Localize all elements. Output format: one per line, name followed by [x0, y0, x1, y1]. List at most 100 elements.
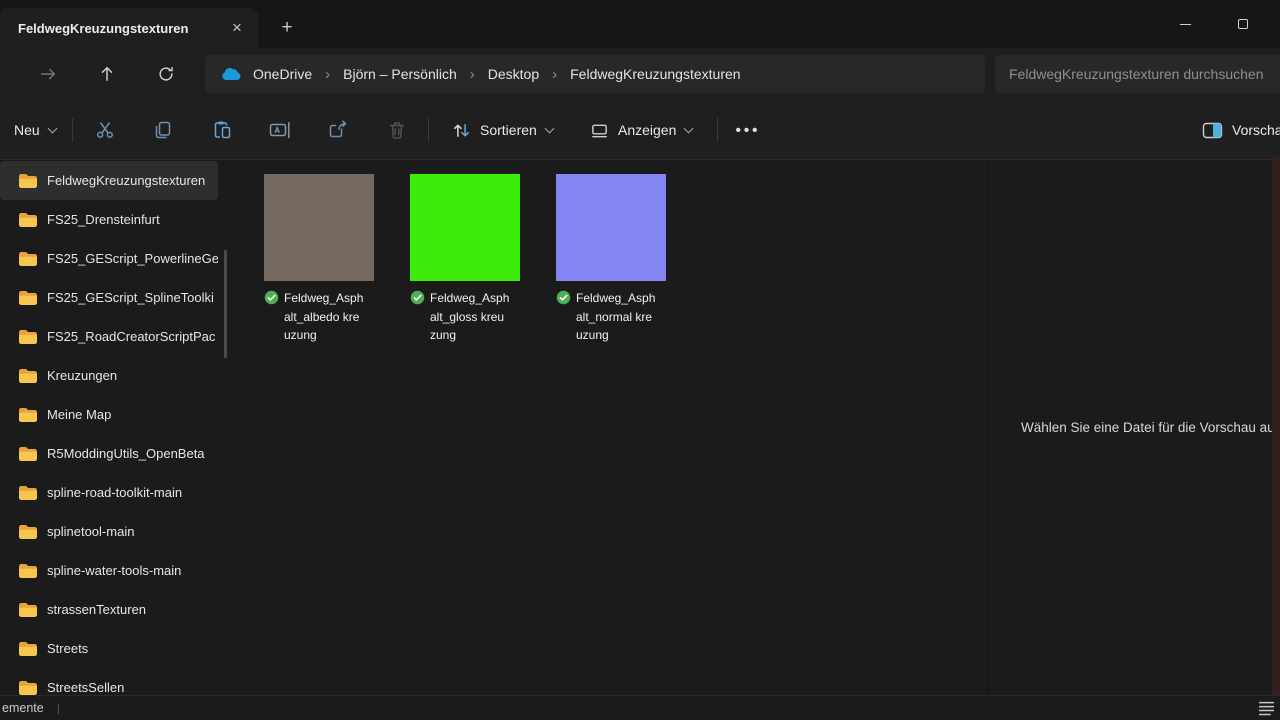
preview-toggle-button[interactable]: Vorschau — [1202, 112, 1280, 148]
up-arrow-icon — [98, 65, 116, 83]
maximize-button[interactable] — [1220, 0, 1266, 48]
sidebar-item-fs25-gescript-powerline[interactable]: FS25_GEScript_PowerlineGe — [0, 239, 218, 278]
sort-button-label: Sortieren — [480, 122, 537, 138]
sidebar-item-r5moddingutils[interactable]: R5ModdingUtils_OpenBeta — [0, 434, 218, 473]
sidebar-item-fs25-drensteinfurt[interactable]: FS25_Drensteinfurt — [0, 200, 218, 239]
sidebar-item-spline-road-toolkit[interactable]: spline-road-toolkit-main — [0, 473, 218, 512]
sync-status-check-icon — [264, 290, 279, 305]
trash-icon — [387, 120, 407, 140]
sidebar-item-splinetool-main[interactable]: splinetool-main — [0, 512, 218, 551]
forward-button[interactable] — [28, 56, 68, 92]
folder-icon — [18, 563, 38, 579]
file-item-gloss[interactable]: Feldweg_Asphalt_gloss kreuzung — [410, 174, 530, 345]
preview-pane: Wählen Sie eine Datei für die Vorschau a… — [988, 160, 1280, 695]
breadcrumb-item-person[interactable]: Björn – Persönlich — [337, 63, 463, 85]
sync-status-check-icon — [410, 290, 425, 305]
sidebar-item-feldwegkreuzungstexturen[interactable]: FeldwegKreuzungstexturen — [0, 161, 218, 200]
folder-icon — [18, 368, 38, 384]
folder-icon — [18, 212, 38, 228]
search-box[interactable] — [995, 55, 1280, 93]
more-options-button[interactable]: ••• — [728, 112, 768, 148]
new-tab-button[interactable]: + — [272, 14, 302, 41]
file-explorer-window: FeldwegKreuzungstexturen × + OneDrive › … — [0, 0, 1280, 720]
folder-icon — [18, 329, 38, 345]
sidebar-item-spline-water-tools[interactable]: spline-water-tools-main — [0, 551, 218, 590]
onedrive-cloud-icon — [221, 67, 241, 81]
sidebar-item-strassentexturen[interactable]: strassenTexturen — [0, 590, 218, 629]
file-thumbnail[interactable] — [264, 174, 374, 281]
folder-icon — [18, 446, 38, 462]
sidebar-item-meine-map[interactable]: Meine Map — [0, 395, 218, 434]
rename-button[interactable] — [260, 112, 300, 148]
folder-icon — [18, 485, 38, 501]
statusbar-divider: | — [57, 701, 60, 715]
file-item-normal[interactable]: Feldweg_Asphalt_normal kreuzung — [556, 174, 676, 345]
copy-button[interactable] — [143, 112, 183, 148]
file-list-pane: Feldweg_Asphalt_albedo kreuzung Feldweg_… — [238, 160, 988, 695]
sync-status-check-icon — [556, 290, 571, 305]
sort-button[interactable]: Sortieren — [442, 112, 563, 148]
chrome-area: OneDrive › Björn – Persönlich › Desktop … — [0, 48, 1280, 160]
new-button-label: Neu — [14, 122, 40, 138]
minimize-button[interactable] — [1162, 0, 1208, 48]
file-item-albedo[interactable]: Feldweg_Asphalt_albedo kreuzung — [264, 174, 384, 345]
sidebar-item-streets[interactable]: Streets — [0, 629, 218, 668]
sidebar-item-label: FS25_Drensteinfurt — [47, 212, 218, 227]
cut-icon — [95, 120, 115, 140]
refresh-button[interactable] — [146, 56, 186, 92]
breadcrumb-separator-icon: › — [470, 66, 475, 83]
details-view-button[interactable] — [1257, 700, 1275, 717]
view-button-label: Anzeigen — [618, 122, 676, 138]
sidebar-item-kreuzungen[interactable]: Kreuzungen — [0, 356, 218, 395]
sidebar-item-fs25-gescript-splinetoolkit[interactable]: FS25_GEScript_SplineToolki — [0, 278, 218, 317]
view-button[interactable]: Anzeigen — [580, 112, 702, 148]
search-input[interactable] — [995, 55, 1280, 93]
titlebar: FeldwegKreuzungstexturen × + — [0, 0, 1280, 48]
new-button[interactable]: Neu — [6, 112, 64, 148]
statusbar: emente | — [0, 695, 1280, 720]
share-button[interactable] — [318, 112, 358, 148]
breadcrumb-item-onedrive[interactable]: OneDrive — [247, 63, 318, 85]
toolbar-divider — [428, 118, 429, 142]
more-dots-icon: ••• — [736, 122, 761, 139]
paste-button[interactable] — [202, 112, 242, 148]
share-icon — [328, 120, 348, 140]
explorer-tab[interactable]: FeldwegKreuzungstexturen × — [0, 8, 258, 48]
folder-icon — [18, 602, 38, 618]
breadcrumb-item-desktop[interactable]: Desktop — [482, 63, 545, 85]
chevron-down-icon — [47, 123, 57, 133]
file-thumbnail[interactable] — [556, 174, 666, 281]
background-window-strip — [1272, 156, 1280, 695]
file-name: Feldweg_Asphalt_gloss kreuzung — [430, 289, 510, 345]
preview-toggle-label: Vorschau — [1232, 122, 1280, 138]
maximize-icon — [1238, 19, 1248, 29]
sidebar-item-label: FeldwegKreuzungstexturen — [47, 173, 218, 188]
sidebar-item-label: Kreuzungen — [47, 368, 218, 383]
tab-close-icon[interactable]: × — [224, 15, 250, 41]
file-thumbnail[interactable] — [410, 174, 520, 281]
folder-icon — [18, 290, 38, 306]
sidebar-item-fs25-roadcreatorscript[interactable]: FS25_RoadCreatorScriptPac — [0, 317, 218, 356]
content-area: FeldwegKreuzungstexturen FS25_Drensteinf… — [0, 160, 1280, 695]
sidebar-scrollbar-thumb[interactable] — [224, 250, 227, 358]
cut-button[interactable] — [85, 112, 125, 148]
sort-icon — [452, 121, 471, 140]
sidebar-item-label: Meine Map — [47, 407, 218, 422]
file-name: Feldweg_Asphalt_normal kreuzung — [576, 289, 656, 345]
sidebar-item-label: R5ModdingUtils_OpenBeta — [47, 446, 218, 461]
delete-button[interactable] — [377, 112, 417, 148]
folder-icon — [18, 680, 38, 696]
tab-title: FeldwegKreuzungstexturen — [18, 21, 224, 36]
sidebar-item-label: strassenTexturen — [47, 602, 218, 617]
sidebar-item-label: spline-water-tools-main — [47, 563, 218, 578]
minimize-icon — [1180, 24, 1191, 25]
folder-icon — [18, 641, 38, 657]
breadcrumb[interactable]: OneDrive › Björn – Persönlich › Desktop … — [205, 55, 985, 93]
sidebar-item-label: FS25_GEScript_SplineToolki — [47, 290, 218, 305]
sidebar-item-streetssellen[interactable]: StreetsSellen — [0, 668, 218, 695]
preview-pane-icon — [1202, 122, 1223, 139]
toolbar-divider — [72, 118, 73, 142]
breadcrumb-separator-icon: › — [552, 66, 557, 83]
up-button[interactable] — [87, 56, 127, 92]
breadcrumb-item-current-folder[interactable]: FeldwegKreuzungstexturen — [564, 63, 746, 85]
